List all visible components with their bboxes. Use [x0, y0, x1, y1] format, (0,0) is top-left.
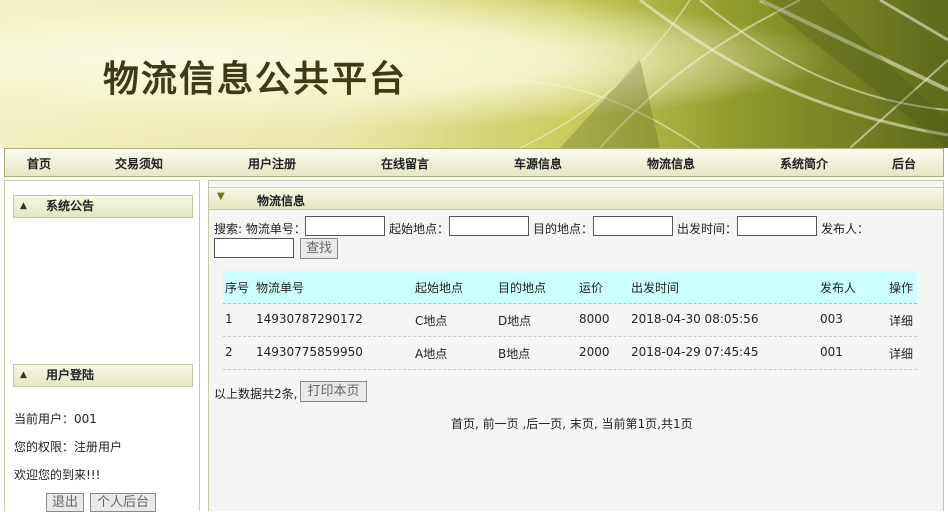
nav-home[interactable]: 首页 [27, 155, 51, 172]
site-title: 物流信息公共平台 [103, 58, 408, 100]
nav-message[interactable]: 在线留言 [381, 155, 429, 172]
destination-input[interactable] [593, 216, 673, 236]
main-panel: ▼ 物流信息 搜索: 物流单号： 起始地点： 目的地点： 出发时间： 发布人： … [208, 180, 944, 511]
panel-header: ▼ 物流信息 [209, 187, 943, 210]
tracking-number-input[interactable] [305, 216, 385, 236]
current-user: 当前用户：001 [14, 412, 97, 426]
nav-admin[interactable]: 后台 [892, 155, 916, 172]
col-header-depart: 出发时间 [631, 281, 680, 295]
col-header-publisher: 发布人 [820, 281, 857, 295]
depart-time-input[interactable] [737, 216, 817, 236]
cell-index: 2 [225, 345, 233, 359]
nav-logistics[interactable]: 物流信息 [647, 155, 695, 172]
notice-header[interactable]: ▲ 系统公告 [13, 195, 193, 218]
personal-center-button[interactable]: 个人后台 [90, 493, 156, 512]
print-page-button[interactable]: 打印本页 [300, 381, 367, 402]
col-header-index: 序号 [225, 281, 250, 295]
origin-input[interactable] [449, 216, 529, 236]
col-header-origin: 起始地点 [415, 281, 464, 295]
cell-origin: A地点 [415, 347, 448, 361]
nav-about[interactable]: 系统简介 [780, 155, 828, 172]
nav-vehicles[interactable]: 车源信息 [514, 155, 562, 172]
detail-link[interactable]: 详细 [889, 312, 913, 329]
cell-price: 8000 [579, 312, 610, 326]
expand-triangle-icon: ▼ [217, 191, 225, 202]
collapse-triangle-icon: ▲ [20, 201, 27, 211]
cell-publisher: 003 [820, 312, 843, 326]
cell-depart: 2018-04-30 08:05:56 [631, 312, 759, 326]
logout-button[interactable]: 退出 [46, 493, 84, 512]
cell-dest: B地点 [498, 347, 531, 361]
cell-tracking: 14930787290172 [256, 312, 363, 326]
col-header-dest: 目的地点 [498, 281, 547, 295]
cell-origin: C地点 [415, 314, 448, 328]
cell-index: 1 [225, 312, 233, 326]
cell-depart: 2018-04-29 07:45:45 [631, 345, 759, 359]
depart-time-label: 出发时间： [677, 222, 738, 236]
nav-register[interactable]: 用户注册 [248, 155, 296, 172]
search-button[interactable]: 查找 [300, 238, 338, 259]
col-header-action: 操作 [889, 281, 914, 295]
cell-tracking: 14930775859950 [256, 345, 363, 359]
destination-label: 目的地点： [533, 222, 594, 236]
pagination[interactable]: 首页, 前一页 ,后一页, 末页, 当前第1页,共1页 [451, 415, 693, 432]
publisher-input[interactable] [214, 238, 294, 258]
panel-title: 物流信息 [257, 194, 306, 208]
permission-text: 您的权限：注册用户 [14, 440, 123, 454]
table-row: 2 14930775859950 A地点 B地点 2000 2018-04-29… [223, 337, 917, 370]
cell-dest: D地点 [498, 314, 532, 328]
record-summary: 以上数据共2条, [214, 387, 298, 401]
table-row: 1 14930787290172 C地点 D地点 8000 2018-04-30… [223, 304, 917, 337]
collapse-triangle-icon: ▲ [20, 370, 27, 380]
col-header-price: 运价 [579, 281, 604, 295]
publisher-label: 发布人： [821, 222, 870, 236]
login-title: 用户登陆 [46, 368, 95, 382]
cell-price: 2000 [579, 345, 610, 359]
cell-publisher: 001 [820, 345, 843, 359]
sidebar: ▲ 系统公告 ▲ 用户登陆 当前用户：001 您的权限：注册用户 欢迎您的到来!… [4, 180, 200, 512]
origin-label: 起始地点： [389, 222, 450, 236]
login-header[interactable]: ▲ 用户登陆 [13, 364, 193, 387]
header-banner: 物流信息公共平台 [0, 0, 948, 148]
table-header-row: 序号 物流单号 起始地点 目的地点 运价 出发时间 发布人 操作 [223, 271, 917, 304]
notice-title: 系统公告 [46, 199, 95, 213]
nav-trade-rules[interactable]: 交易须知 [115, 155, 163, 172]
search-tracking-label: 搜索: 物流单号： [214, 222, 306, 236]
col-header-tracking: 物流单号 [256, 281, 305, 295]
main-nav: 首页 交易须知 用户注册 在线留言 车源信息 物流信息 系统简介 后台 [4, 148, 944, 177]
detail-link[interactable]: 详细 [889, 345, 913, 362]
welcome-text: 欢迎您的到来!!! [14, 468, 101, 482]
logistics-table: 序号 物流单号 起始地点 目的地点 运价 出发时间 发布人 操作 1 14930… [223, 271, 917, 370]
